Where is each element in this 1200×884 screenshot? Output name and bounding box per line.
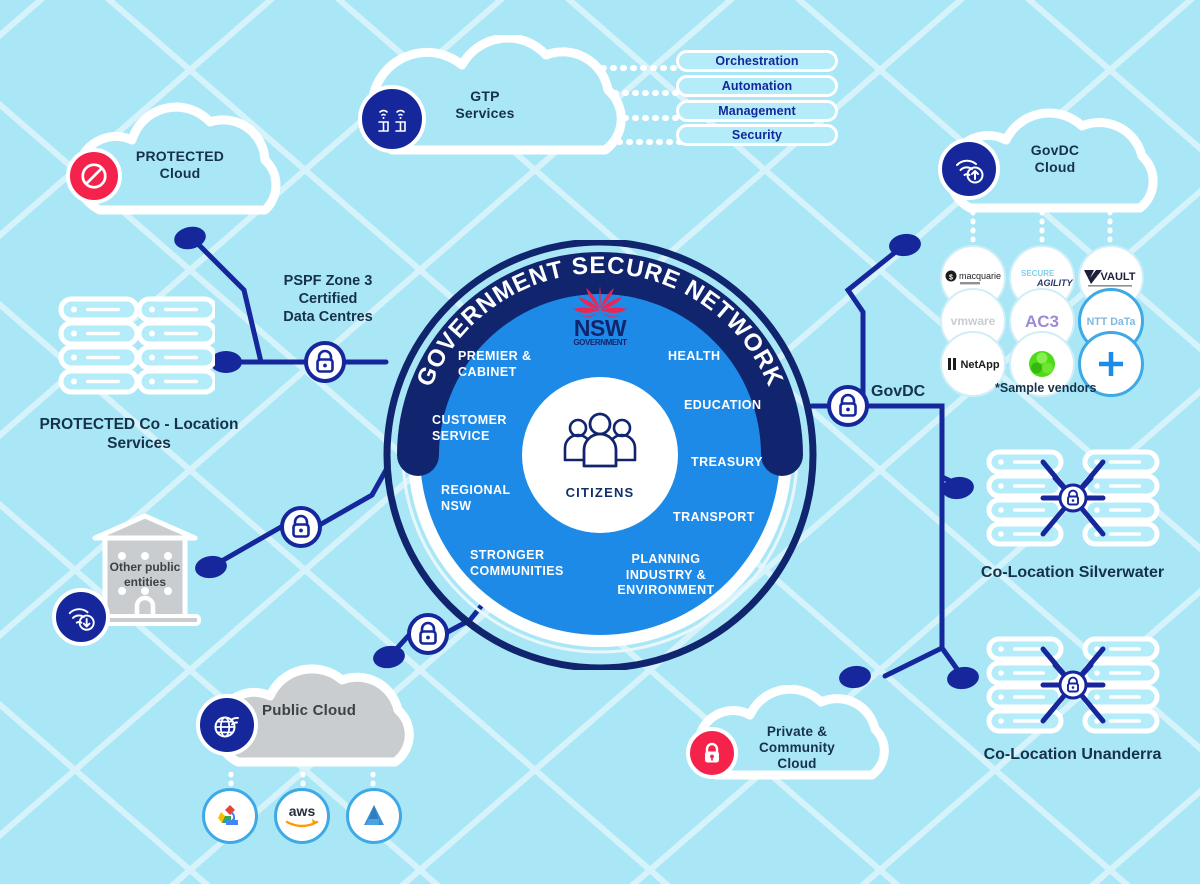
lock-pspf-icon[interactable] — [303, 340, 347, 384]
svg-text:AGILITY: AGILITY — [1036, 278, 1073, 288]
server-mesh-unanderra-icon — [986, 636, 1160, 734]
svg-text:AC3: AC3 — [1025, 312, 1059, 331]
protected-cloud-label: PROTECTED Cloud — [115, 148, 245, 182]
dept-treasury: TREASURY — [691, 455, 763, 469]
other-entities-label: Other public entities — [109, 560, 181, 589]
wifi-upload-icon — [938, 138, 1000, 200]
dept-stronger-communities: STRONGER COMMUNITIES — [470, 548, 564, 578]
diagram-canvas: PROTECTED Cloud GTP Services Orchestrati… — [0, 0, 1200, 884]
protected-cloud-line1: PROTECTED Cloud — [135, 148, 225, 181]
no-entry-icon — [66, 148, 122, 204]
sample-vendors-note: *Sample vendors — [995, 381, 1097, 395]
pill-management[interactable]: Management — [676, 100, 838, 122]
public-cloud-label: Public Cloud — [262, 702, 357, 719]
server-mesh-silverwater-icon — [986, 449, 1160, 547]
dept-planning-industry-environment: PLANNING INDUSTRY & ENVIRONMENT — [617, 552, 715, 598]
svg-text:NTT DaTa: NTT DaTa — [1087, 316, 1136, 328]
svg-text:GOVERNMENT: GOVERNMENT — [573, 338, 627, 347]
dept-education: EDUCATION — [684, 398, 762, 412]
dept-regional-nsw: REGIONAL NSW — [441, 483, 511, 513]
citizens-label: CITIZENS — [565, 485, 635, 500]
lock-govdc-icon[interactable] — [826, 384, 870, 428]
pill-management-label: Management — [718, 104, 796, 118]
svg-text:VAULT: VAULT — [1100, 271, 1135, 283]
dept-premier-cabinet: PREMIER & CABINET — [458, 349, 532, 379]
svg-text:$: $ — [949, 275, 953, 282]
wifi-download-icon — [52, 588, 110, 646]
pill-security[interactable]: Security — [676, 124, 838, 146]
pill-security-label: Security — [731, 128, 783, 142]
dept-customer-service: CUSTOMER SERVICE — [432, 413, 507, 443]
svg-text:macquarie: macquarie — [959, 271, 1001, 281]
server-rack-icon — [58, 296, 215, 395]
pill-automation-label: Automation — [721, 79, 793, 93]
svg-text:SECURE: SECURE — [1021, 269, 1055, 278]
gtp-dotted-links — [600, 65, 686, 145]
protected-colocation-label: PROTECTED Co - Location Services — [39, 416, 239, 453]
dept-transport: TRANSPORT — [673, 510, 755, 524]
padlock-icon — [686, 727, 738, 779]
pill-automation[interactable]: Automation — [676, 75, 838, 97]
globe-wifi-icon — [196, 694, 258, 756]
provider-aws[interactable]: aws — [274, 788, 330, 844]
colocation-silverwater-label: Co-Location Silverwater — [980, 564, 1165, 581]
private-cloud-label: Private & Community Cloud — [758, 724, 836, 772]
govdc-label: GovDC — [871, 383, 926, 400]
provider-azure[interactable] — [346, 788, 402, 844]
nsw-government-logo: NSW GOVERNMENT — [555, 278, 645, 350]
lock-other-entities-icon[interactable] — [279, 505, 323, 549]
dept-health: HEALTH — [668, 349, 721, 363]
vendor-dotted-links — [970, 210, 1113, 247]
provider-google-cloud[interactable] — [202, 788, 258, 844]
svg-text:vmware: vmware — [951, 314, 996, 328]
colocation-unanderra-label: Co-Location Unanderra — [983, 746, 1162, 763]
pill-orchestration[interactable]: Orchestration — [676, 50, 838, 72]
svg-text:aws: aws — [289, 803, 316, 819]
govdc-cloud-label: GovDC Cloud — [1030, 142, 1080, 175]
gtp-services-icon — [358, 85, 426, 153]
svg-text:NetApp: NetApp — [960, 359, 999, 371]
gtp-cloud-label: GTP Services — [455, 88, 515, 121]
citizens-group-icon — [560, 410, 640, 476]
pill-orchestration-label: Orchestration — [715, 54, 799, 68]
